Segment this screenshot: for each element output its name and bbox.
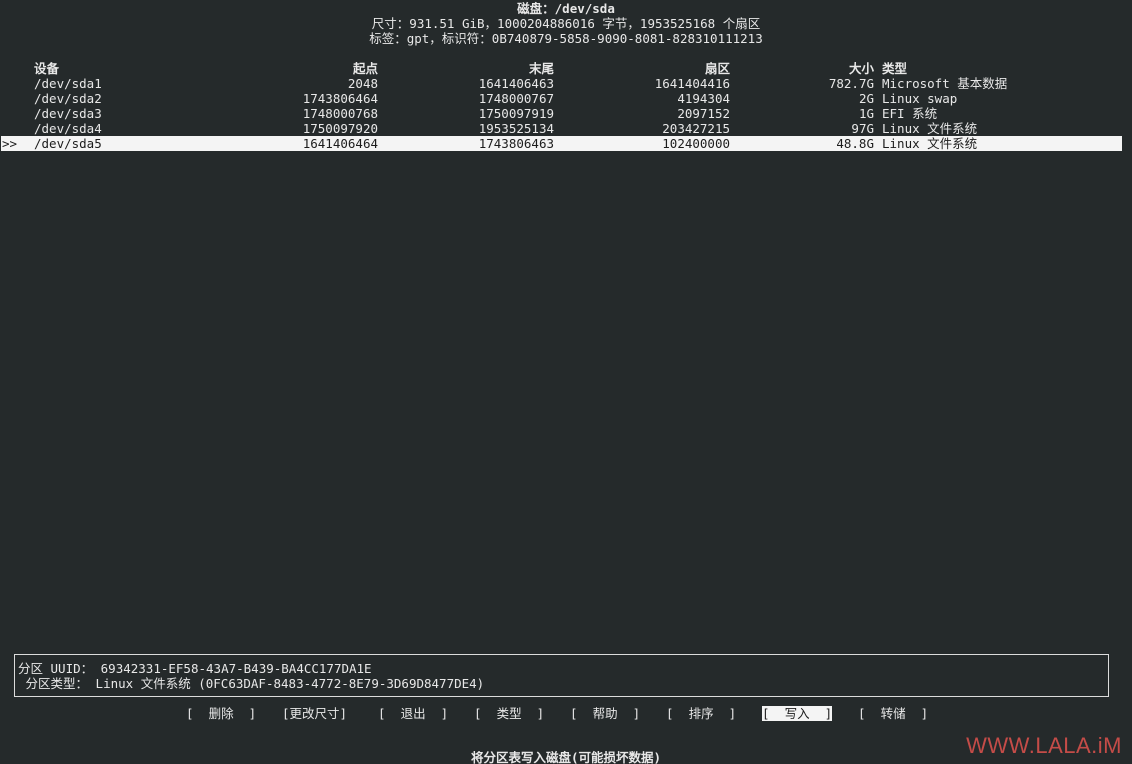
row-marker: >> <box>2 136 18 151</box>
menu-sort-button[interactable]: [ 排序 ] <box>666 706 736 721</box>
row-type: EFI 系统 <box>882 106 938 121</box>
column-device: 设备 <box>34 61 60 76</box>
disk-label-info: 标签：gpt，标识符：0B740879-5858-9090-8081-82831… <box>369 31 763 46</box>
action-help-text: 将分区表写入磁盘(可能损坏数据) <box>470 750 662 764</box>
row-device: /dev/sda4 <box>34 121 102 136</box>
column-start: 起点 <box>352 61 378 76</box>
partition-row[interactable]: >> /dev/sda5 1641406464 1743806463 102400000… <box>1 136 1122 151</box>
row-sectors: 2097152 <box>677 106 730 121</box>
row-end: 1953525134 <box>478 121 554 136</box>
row-type: Linux 文件系统 <box>882 136 978 151</box>
row-type: Linux 文件系统 <box>882 121 978 136</box>
partition-row[interactable]: /dev/sda2 1743806464 1748000767 4194304 2G Li… <box>1 91 1122 106</box>
disk-size-info: 尺寸：931.51 GiB，1000204886016 字节，195352516… <box>371 16 761 31</box>
partition-info-box: 分区 UUID： 69342331-EF58-43A7-B439-BA4CC17… <box>14 654 1109 697</box>
row-end: 1743806463 <box>478 136 554 151</box>
row-sectors: 203427215 <box>662 121 730 136</box>
menu-resize-button[interactable]: [更改尺寸] <box>282 706 347 721</box>
menu-type-button[interactable]: [ 类型 ] <box>474 706 544 721</box>
row-size: 1G <box>858 106 874 121</box>
row-device: /dev/sda1 <box>34 76 102 91</box>
row-sectors: 102400000 <box>662 136 730 151</box>
row-start: 1641406464 <box>302 136 378 151</box>
menu-help-button[interactable]: [ 帮助 ] <box>570 706 640 721</box>
row-end: 1750097919 <box>478 106 554 121</box>
column-end: 末尾 <box>528 61 554 76</box>
column-type: 类型 <box>882 61 908 76</box>
menu-dump-button[interactable]: [ 转储 ] <box>858 706 928 721</box>
row-size: 48.8G <box>836 136 874 151</box>
row-type: Microsoft 基本数据 <box>882 76 1008 91</box>
row-device: /dev/sda2 <box>34 91 102 106</box>
partition-table-header: 设备 起点 末尾 扇区 大小 类型 <box>0 61 1132 76</box>
menu-delete-button[interactable]: [ 删除 ] <box>186 706 256 721</box>
row-type: Linux swap <box>882 91 958 106</box>
row-sectors: 4194304 <box>677 91 730 106</box>
row-sectors: 1641404416 <box>654 76 730 91</box>
disk-title: 磁盘：/dev/sda <box>517 1 615 16</box>
partition-row[interactable]: /dev/sda3 1748000768 1750097919 2097152 1G EF… <box>1 106 1122 121</box>
row-start: 1743806464 <box>302 91 378 106</box>
row-start: 1748000768 <box>302 106 378 121</box>
partition-uuid: 分区 UUID： 69342331-EF58-43A7-B439-BA4CC17… <box>18 661 372 676</box>
column-sectors: 扇区 <box>704 61 730 76</box>
row-start: 1750097920 <box>302 121 378 136</box>
column-size: 大小 <box>848 61 874 76</box>
row-size: 97G <box>851 121 874 136</box>
row-size: 782.7G <box>828 76 874 91</box>
row-device: /dev/sda3 <box>34 106 102 121</box>
row-device: /dev/sda5 <box>34 136 102 151</box>
menu-write-button[interactable]: [ 写入 ] <box>762 706 833 721</box>
menu-quit-button[interactable]: [ 退出 ] <box>378 706 448 721</box>
row-end: 1641406463 <box>478 76 554 91</box>
row-end: 1748000767 <box>478 91 554 106</box>
site-watermark: WWW.LALA.iM <box>966 733 1122 758</box>
partition-type-info: 分区类型： Linux 文件系统 (0FC63DAF-8483-4772-8E7… <box>18 676 485 691</box>
row-size: 2G <box>858 91 874 106</box>
partition-row[interactable]: /dev/sda4 1750097920 1953525134 203427215 97… <box>1 121 1122 136</box>
partition-row[interactable]: /dev/sda1 2048 1641406463 1641404416 782.7G M… <box>1 76 1122 91</box>
row-start: 2048 <box>347 76 378 91</box>
